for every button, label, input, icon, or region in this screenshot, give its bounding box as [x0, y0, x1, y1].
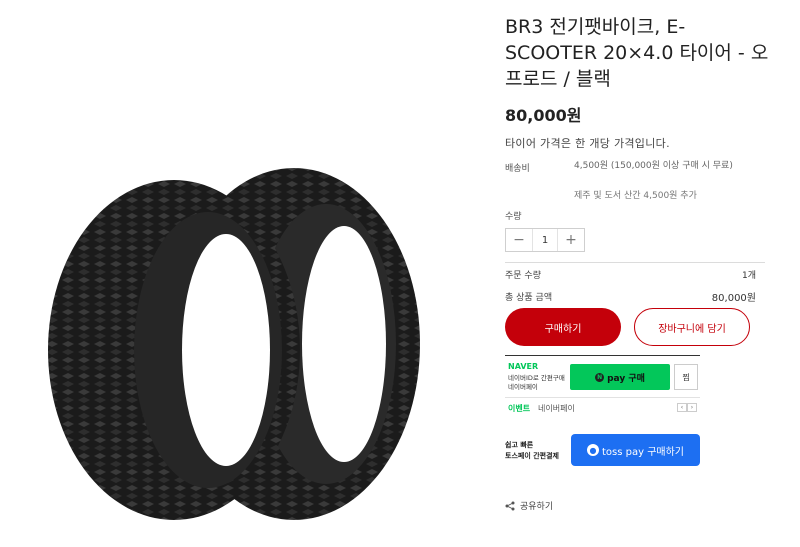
order-qty-label: 주문 수량 [505, 271, 541, 281]
wishlist-button[interactable]: 찜 [674, 364, 698, 390]
naver-sub-text-2: 네이버페이 [508, 383, 538, 391]
quantity-stepper: − 1 + [505, 228, 585, 252]
quantity-minus-button[interactable]: − [506, 229, 532, 251]
product-description: 타이어 가격은 한 개당 가격입니다. [505, 137, 670, 150]
toss-pay-button[interactable]: ● toss pay 구매하기 [571, 434, 700, 466]
toss-promo-line1: 쉽고 빠른 [505, 441, 534, 449]
toss-promo-line2: 토스페이 간편결제 [505, 452, 559, 460]
toss-icon: ● [586, 444, 599, 456]
share-icon [505, 501, 515, 510]
naver-pay-button[interactable]: N pay 구매 [570, 364, 670, 390]
share-button[interactable]: 공유하기 [505, 499, 553, 512]
chevron-right-icon[interactable]: › [687, 403, 697, 412]
total-value: 80,000원 [711, 293, 756, 304]
quantity-plus-button[interactable]: + [558, 229, 584, 251]
divider [505, 262, 765, 263]
shipping-label: 배송비 [505, 164, 530, 174]
product-image [48, 168, 420, 520]
product-title: BR3 전기팻바이크, E-SCOOTER 20×4.0 타이어 - 오프로드 … [505, 16, 769, 90]
npay-icon: N [595, 372, 605, 382]
order-qty-value: 1개 [741, 271, 756, 281]
naver-pay-panel: NAVER 네이버ID로 간편구매 네이버페이 N pay 구매 찜 이벤트 네… [505, 355, 700, 420]
add-to-cart-button[interactable]: 장바구니에 담기 [634, 308, 750, 346]
tire-front [48, 180, 300, 520]
toss-pay-label: toss pay 구매하기 [601, 446, 684, 458]
share-label: 공유하기 [520, 502, 554, 512]
product-price: 80,000원 [505, 106, 582, 125]
total-label: 총 상품 금액 [505, 293, 553, 303]
event-nav: ‹ › [677, 403, 697, 412]
shipping-extra: 제주 및 도서 산간 4,500원 추가 [574, 191, 697, 201]
chevron-left-icon[interactable]: ‹ [677, 403, 687, 412]
quantity-input[interactable]: 1 [532, 229, 558, 251]
buy-button[interactable]: 구매하기 [505, 308, 621, 346]
divider [505, 397, 700, 398]
shipping-text: 4,500원 (150,000원 이상 구매 시 무료) [574, 161, 733, 171]
naver-logo: NAVER [508, 362, 539, 371]
event-label: 이벤트 [508, 404, 531, 413]
event-text: 네이버페이 [538, 404, 575, 413]
quantity-label: 수량 [505, 212, 522, 222]
naver-pay-label: pay 구매 [607, 373, 645, 384]
